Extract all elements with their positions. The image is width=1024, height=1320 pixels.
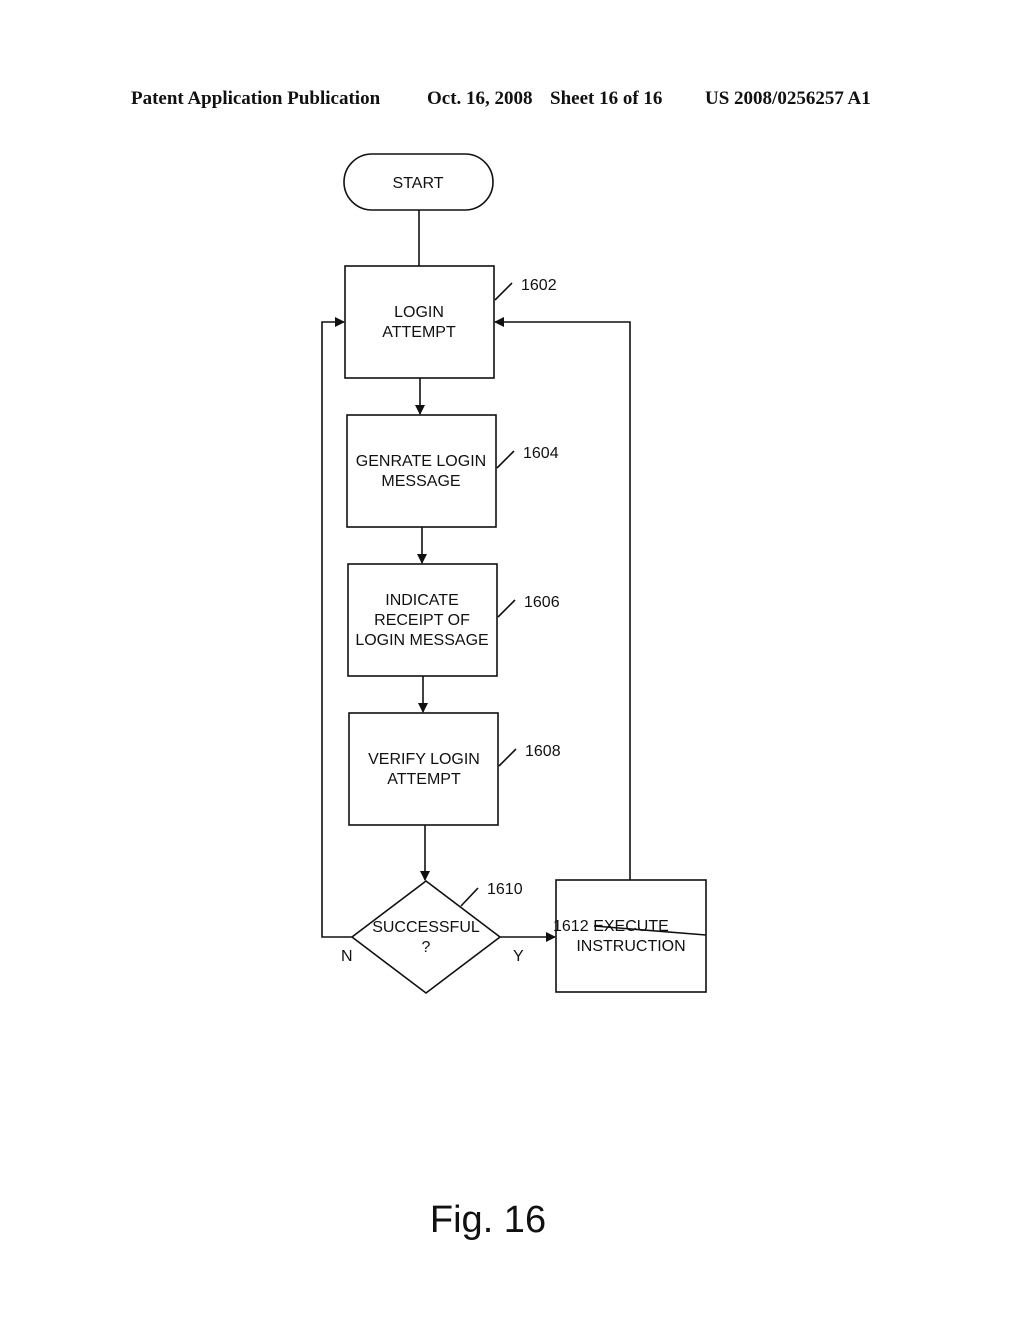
step-generate-login-message: GENRATE LOGIN MESSAGE 1604 <box>346 414 559 528</box>
yes-branch-label: Y <box>513 948 524 965</box>
no-branch-label: N <box>341 948 353 965</box>
flowchart-diagram: START LOGIN ATTEMPT 1602 GENRATE LOGIN M… <box>321 153 707 1241</box>
step-text-line: LOGIN MESSAGE <box>355 632 488 649</box>
step-text-line: LOGIN <box>394 304 444 321</box>
ref-leader-1610 <box>460 887 479 907</box>
ref-leader-1606 <box>497 599 516 618</box>
step-verify-login-attempt: VERIFY LOGIN ATTEMPT 1608 <box>348 712 561 826</box>
step-box-1604 <box>346 414 497 528</box>
step-text-line: INDICATE <box>385 592 458 609</box>
start-terminal: START <box>343 153 494 211</box>
step-text-line: GENRATE LOGIN <box>356 453 486 470</box>
step-text-line: ATTEMPT <box>387 771 461 788</box>
execute-text-line: INSTRUCTION <box>576 938 685 955</box>
decision-text-line: SUCCESSFUL <box>372 919 480 936</box>
step-box-1612 <box>555 879 707 993</box>
decision-successful: SUCCESSFUL ? 1610 N Y <box>341 879 524 995</box>
step-box-1608 <box>348 712 499 826</box>
ref-number-1604: 1604 <box>523 445 559 462</box>
step-text-line: RECEIPT OF <box>374 612 470 629</box>
ref-leader-1602 <box>494 282 513 301</box>
ref-number-1610: 1610 <box>487 881 523 898</box>
ref-number-1606: 1606 <box>524 594 560 611</box>
ref-leader-1604 <box>496 450 515 469</box>
arrow-1612-to-1602 <box>494 317 631 880</box>
decision-diamond <box>350 879 502 995</box>
start-label: START <box>393 175 444 192</box>
step-text-line: VERIFY LOGIN <box>368 751 480 768</box>
ref-number-1602: 1602 <box>521 277 557 294</box>
step-execute-instruction: 1612 EXECUTE INSTRUCTION <box>553 879 707 993</box>
ref-leader-1608 <box>498 748 517 767</box>
decision-text-line: ? <box>422 939 431 956</box>
step-text-line: ATTEMPT <box>382 324 456 341</box>
ref-number-1612: 1612 <box>553 918 589 935</box>
step-indicate-receipt: INDICATE RECEIPT OF LOGIN MESSAGE 1606 <box>347 563 560 677</box>
ref-number-1608: 1608 <box>525 743 561 760</box>
step-text-line: MESSAGE <box>381 473 460 490</box>
figure-label: Fig. 16 <box>430 1199 546 1241</box>
step-box-1602 <box>344 265 495 379</box>
